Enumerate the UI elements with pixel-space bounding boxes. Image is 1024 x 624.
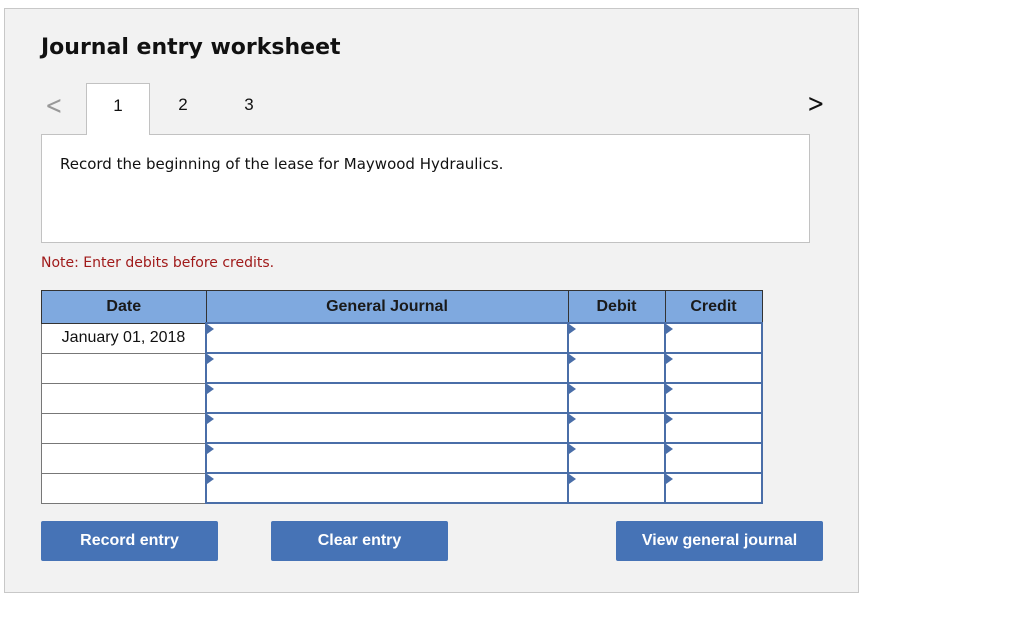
dropdown-marker-icon	[666, 354, 673, 364]
table-row: January 01, 2018	[41, 322, 763, 354]
record-entry-button[interactable]: Record entry	[41, 521, 218, 561]
worksheet-panel: Journal entry worksheet < 1 2 3 > Record…	[4, 8, 859, 593]
credit-input[interactable]	[666, 474, 761, 502]
account-input[interactable]	[207, 414, 567, 442]
account-input[interactable]	[207, 444, 567, 472]
table-row	[41, 412, 763, 444]
account-input-cell	[205, 322, 569, 354]
account-input-cell	[205, 442, 569, 474]
dropdown-marker-icon	[666, 444, 673, 454]
debit-input[interactable]	[569, 384, 664, 412]
account-input[interactable]	[207, 384, 567, 412]
credit-input-cell	[664, 472, 763, 504]
debit-input-cell	[567, 472, 666, 504]
tab-2[interactable]: 2	[151, 83, 215, 135]
debit-input[interactable]	[569, 474, 664, 502]
table-row	[41, 382, 763, 414]
prompt-box: Record the beginning of the lease for Ma…	[41, 134, 810, 243]
date-cell: January 01, 2018	[41, 322, 207, 354]
dropdown-marker-icon	[666, 324, 673, 334]
header-general-journal: General Journal	[205, 290, 569, 324]
dropdown-marker-icon	[207, 384, 214, 394]
clear-entry-button[interactable]: Clear entry	[271, 521, 448, 561]
account-input-cell	[205, 382, 569, 414]
account-input-cell	[205, 352, 569, 384]
prompt-text: Record the beginning of the lease for Ma…	[60, 155, 504, 173]
date-cell	[41, 352, 207, 384]
debit-input-cell	[567, 322, 666, 354]
table-row	[41, 352, 763, 384]
note-text: Note: Enter debits before credits.	[41, 255, 275, 271]
date-cell	[41, 382, 207, 414]
dropdown-marker-icon	[569, 384, 576, 394]
header-date: Date	[41, 290, 207, 324]
dropdown-marker-icon	[569, 444, 576, 454]
dropdown-marker-icon	[207, 444, 214, 454]
credit-input-cell	[664, 412, 763, 444]
debit-input-cell	[567, 412, 666, 444]
dropdown-marker-icon	[207, 474, 214, 484]
debit-input[interactable]	[569, 444, 664, 472]
table-header-row: Date General Journal Debit Credit	[41, 290, 763, 324]
date-cell	[41, 412, 207, 444]
dropdown-marker-icon	[569, 474, 576, 484]
table-row	[41, 472, 763, 504]
dropdown-marker-icon	[569, 324, 576, 334]
account-input[interactable]	[207, 474, 567, 502]
account-input[interactable]	[207, 354, 567, 382]
debit-input-cell	[567, 382, 666, 414]
debit-input-cell	[567, 352, 666, 384]
account-input-cell	[205, 472, 569, 504]
table-row	[41, 442, 763, 474]
credit-input[interactable]	[666, 414, 761, 442]
chevron-right-icon[interactable]: >	[807, 89, 824, 119]
credit-input-cell	[664, 382, 763, 414]
dropdown-marker-icon	[666, 414, 673, 424]
credit-input[interactable]	[666, 384, 761, 412]
tab-1[interactable]: 1	[86, 83, 150, 135]
view-general-journal-button[interactable]: View general journal	[616, 521, 823, 561]
debit-input[interactable]	[569, 354, 664, 382]
debit-input[interactable]	[569, 324, 664, 352]
dropdown-marker-icon	[666, 384, 673, 394]
header-credit: Credit	[664, 290, 763, 324]
credit-input[interactable]	[666, 354, 761, 382]
debit-input[interactable]	[569, 414, 664, 442]
dropdown-marker-icon	[666, 474, 673, 484]
credit-input-cell	[664, 352, 763, 384]
credit-input-cell	[664, 442, 763, 474]
account-input[interactable]	[207, 324, 567, 352]
dropdown-marker-icon	[569, 414, 576, 424]
header-debit: Debit	[567, 290, 666, 324]
credit-input[interactable]	[666, 444, 761, 472]
date-cell	[41, 472, 207, 504]
journal-table: Date General Journal Debit Credit Januar…	[41, 290, 763, 504]
date-cell	[41, 442, 207, 474]
credit-input[interactable]	[666, 324, 761, 352]
chevron-left-icon[interactable]: <	[45, 91, 62, 121]
dropdown-marker-icon	[569, 354, 576, 364]
dropdown-marker-icon	[207, 324, 214, 334]
credit-input-cell	[664, 322, 763, 354]
debit-input-cell	[567, 442, 666, 474]
account-input-cell	[205, 412, 569, 444]
page-title: Journal entry worksheet	[41, 35, 341, 60]
tab-3[interactable]: 3	[217, 83, 281, 135]
dropdown-marker-icon	[207, 414, 214, 424]
dropdown-marker-icon	[207, 354, 214, 364]
